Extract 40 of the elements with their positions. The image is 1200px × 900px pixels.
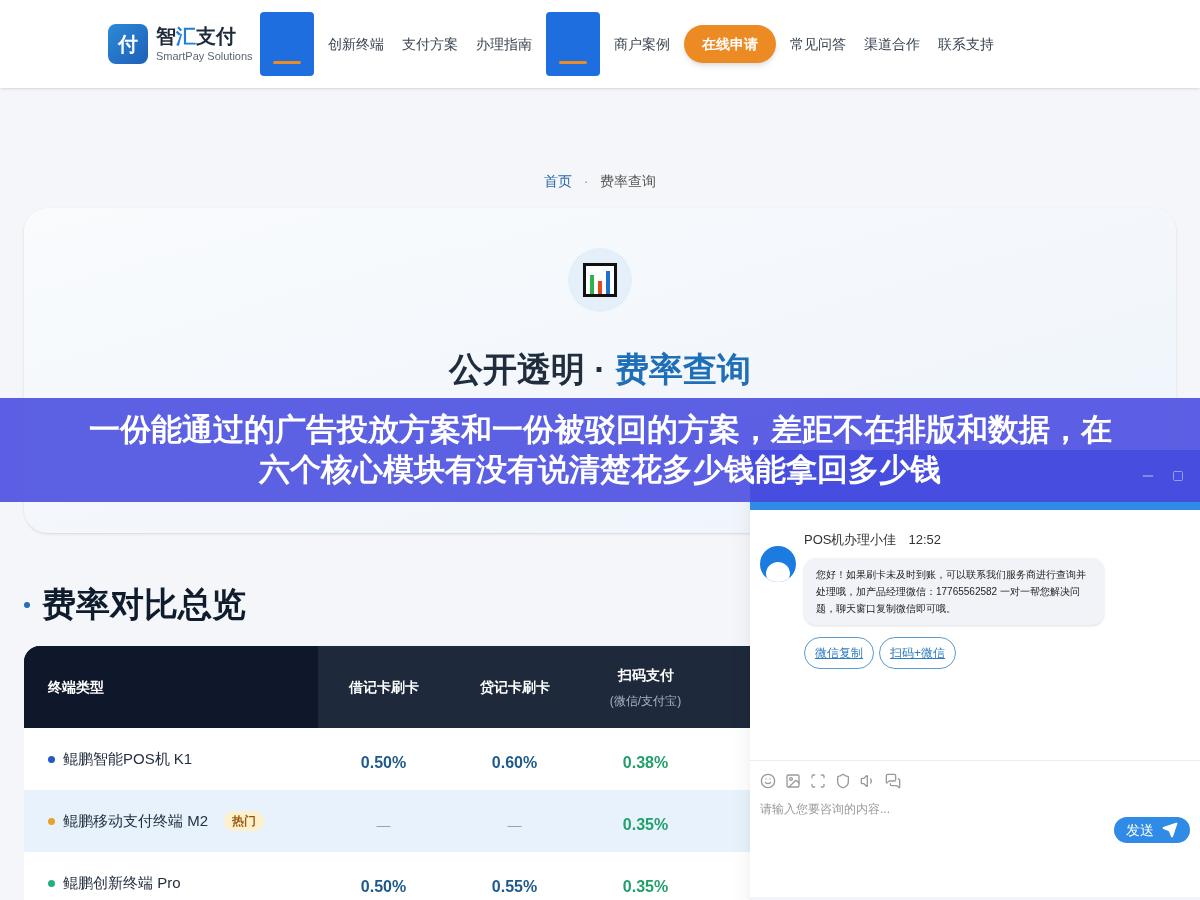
brand-subtitle: SmartPay Solutions: [156, 48, 253, 64]
column-subheader: (微信/支付宝): [609, 693, 682, 709]
rate-cell-text: 0.55%: [490, 877, 539, 897]
column-header: 终端类型: [24, 646, 318, 728]
rate-cell-text: —: [375, 816, 392, 835]
rate-cell-text: 0.38%: [621, 753, 670, 773]
terminal-name: 鲲鹏创新终端 Pro: [63, 872, 181, 893]
nav-tab[interactable]: 渠道合作: [860, 34, 924, 54]
terminal-name: 鲲鹏移动支付终端 M2: [63, 810, 208, 831]
rate-cell-text: 0.60%: [490, 753, 539, 773]
message-time: 12:52: [908, 531, 941, 549]
breadcrumb-separator: ·: [583, 172, 589, 191]
nav-tab[interactable]: 商户案例: [610, 34, 674, 54]
hot-badge: 热门: [224, 811, 264, 831]
agent-name: POS机办理小佳: [804, 531, 897, 549]
breadcrumb-link[interactable]: 首页: [543, 171, 572, 191]
nav-tab[interactable]: 办理指南: [472, 34, 536, 54]
column-header: 贷记卡刷卡: [479, 678, 550, 697]
column-header: 扫码支付: [617, 666, 674, 685]
nav-tab[interactable]: 常见问答: [786, 34, 850, 54]
rate-cell-text: 0.35%: [621, 877, 670, 897]
message-input[interactable]: 请输入您要咨询的内容...: [760, 801, 1060, 817]
send-button[interactable]: 发送: [1114, 817, 1190, 843]
section-title: 费率对比总览: [42, 584, 246, 625]
rate-cell-text: 0.50%: [359, 753, 408, 773]
logo-badge: 付: [108, 24, 148, 64]
rate-cell-text: 0.50%: [359, 877, 408, 897]
terminal-name: 鲲鹏智能POS机 K1: [63, 748, 193, 769]
brand-name: 智汇支付: [156, 23, 237, 48]
rate-cell-text: —: [506, 816, 523, 835]
column-header: 借记卡刷卡: [348, 678, 419, 697]
breadcrumb-current: 费率查询: [600, 172, 657, 191]
nav-tab[interactable]: 创新终端: [324, 34, 388, 54]
hero-title: 公开透明 · 费率查询: [448, 349, 752, 390]
nav-tab[interactable]: 联系支持: [934, 34, 998, 54]
message-bubble: 您好！如果刷卡未及时到账，可以联系我们服务商进行查询并处理哦，加产品经理微信：17765562582 一对一帮您解决问题，聊天窗口复制微信即可哦。: [804, 557, 1104, 625]
nav-tab[interactable]: 支付方案: [398, 34, 462, 54]
banner-text: 六个核心模块有没有说清楚花多少钱能拿回多少钱: [259, 451, 941, 489]
rate-cell-text: 0.35%: [621, 815, 670, 835]
banner-text: 一份能通过的广告投放方案和一份被驳回的方案，差距不在排版和数据，在: [88, 411, 1112, 449]
